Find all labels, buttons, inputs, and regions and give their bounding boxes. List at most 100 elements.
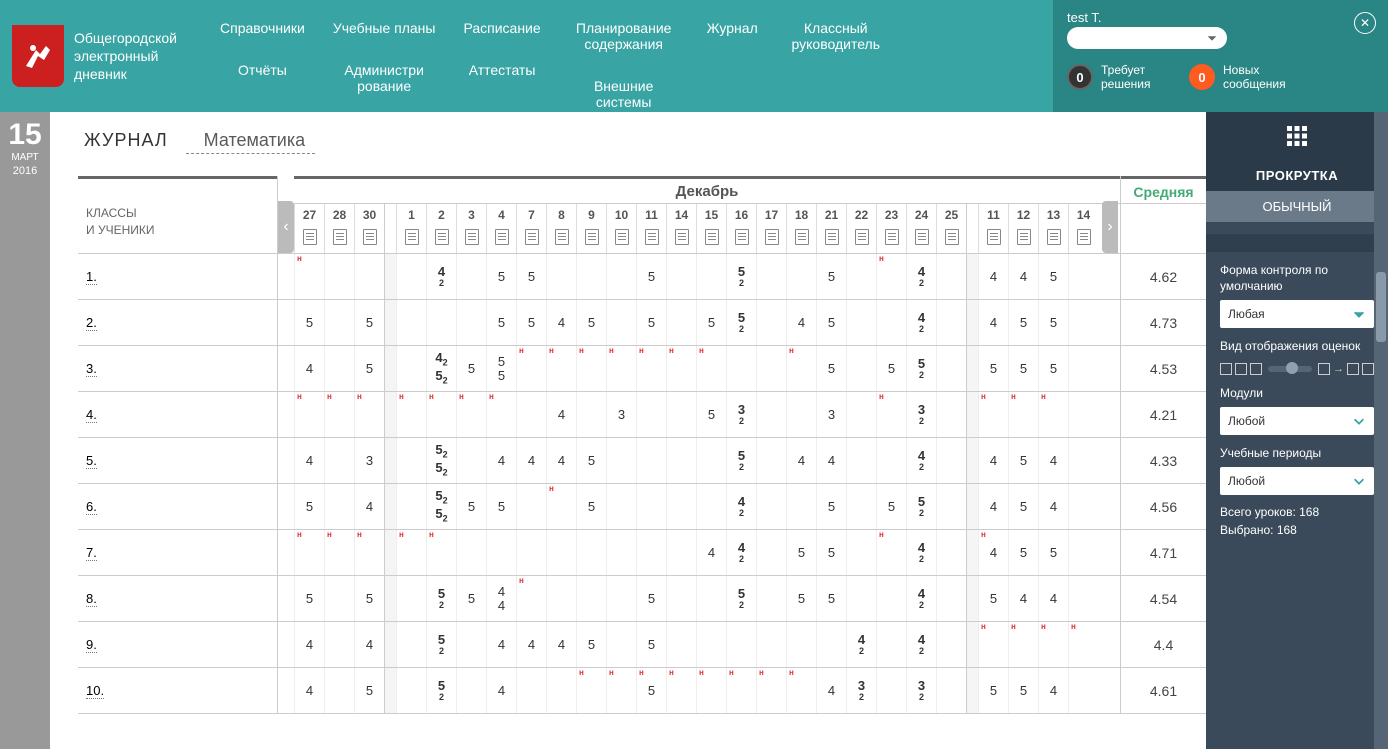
student-row[interactable]: 6. bbox=[78, 484, 277, 530]
grade-cell[interactable]: 32 bbox=[846, 668, 876, 713]
grade-cell[interactable] bbox=[396, 668, 426, 713]
nav-certificates[interactable]: Аттестаты bbox=[459, 58, 546, 82]
grade-cell[interactable]: 4 bbox=[816, 438, 846, 483]
grade-cell[interactable]: 5 bbox=[294, 576, 324, 621]
day-header[interactable]: 22 bbox=[846, 204, 876, 253]
grade-cell[interactable]: н bbox=[726, 668, 756, 713]
grade-cell[interactable]: 5252 bbox=[426, 438, 456, 483]
nav-schedule[interactable]: Расписание bbox=[453, 16, 550, 40]
grade-cell[interactable] bbox=[936, 622, 966, 667]
grade-cell[interactable] bbox=[696, 622, 726, 667]
grade-cell[interactable] bbox=[846, 530, 876, 575]
page-subject[interactable]: Математика bbox=[186, 130, 315, 154]
grade-cell[interactable] bbox=[606, 254, 636, 299]
grade-cell[interactable]: н bbox=[696, 346, 726, 391]
grade-cell[interactable] bbox=[936, 254, 966, 299]
grade-cell[interactable] bbox=[696, 438, 726, 483]
day-header[interactable]: 18 bbox=[786, 204, 816, 253]
grade-cell[interactable]: н bbox=[606, 668, 636, 713]
nav-class-teacher[interactable]: Классный руководитель bbox=[776, 16, 896, 56]
grade-cell[interactable]: 5 bbox=[516, 300, 546, 345]
grade-cell[interactable]: н bbox=[666, 668, 696, 713]
grade-cell[interactable] bbox=[546, 530, 576, 575]
nav-directories[interactable]: Справочники bbox=[210, 16, 315, 40]
grade-cell[interactable] bbox=[876, 668, 906, 713]
grade-cell[interactable]: 42 bbox=[726, 530, 756, 575]
grade-cell[interactable]: 5 bbox=[876, 346, 906, 391]
grade-cell[interactable]: 5 bbox=[1008, 346, 1038, 391]
grade-cell[interactable]: 5 bbox=[696, 392, 726, 437]
grade-cell[interactable] bbox=[666, 300, 696, 345]
grade-cell[interactable] bbox=[756, 346, 786, 391]
grade-cell[interactable] bbox=[756, 484, 786, 529]
day-header[interactable]: 11 bbox=[636, 204, 666, 253]
day-header[interactable]: 14 bbox=[1068, 204, 1098, 253]
scroll-left-button[interactable]: ‹ bbox=[278, 201, 294, 253]
grade-cell[interactable] bbox=[666, 622, 696, 667]
grade-cell[interactable]: 5 bbox=[486, 484, 516, 529]
grade-cell[interactable] bbox=[1068, 300, 1098, 345]
grade-cell[interactable] bbox=[666, 392, 696, 437]
grade-cell[interactable] bbox=[666, 438, 696, 483]
day-header[interactable]: 11 bbox=[978, 204, 1008, 253]
grade-cell[interactable] bbox=[396, 346, 426, 391]
scroll-right-button[interactable]: › bbox=[1102, 201, 1118, 253]
grade-cell[interactable] bbox=[516, 392, 546, 437]
grade-cell[interactable] bbox=[456, 668, 486, 713]
grade-cell[interactable] bbox=[666, 576, 696, 621]
grade-cell[interactable]: 42 bbox=[426, 254, 456, 299]
grade-cell[interactable]: 4 bbox=[1038, 484, 1068, 529]
grade-cell[interactable]: 4 bbox=[816, 668, 846, 713]
grade-cell[interactable] bbox=[666, 530, 696, 575]
grade-cell[interactable]: 5 bbox=[1038, 346, 1068, 391]
grade-cell[interactable]: н bbox=[486, 392, 516, 437]
grade-cell[interactable]: 5 bbox=[294, 484, 324, 529]
grade-cell[interactable]: 5 bbox=[636, 622, 666, 667]
grade-cell[interactable]: 5 bbox=[576, 622, 606, 667]
grade-cell[interactable]: 4 bbox=[978, 438, 1008, 483]
grade-cell[interactable]: 32 bbox=[906, 668, 936, 713]
nav-journal[interactable]: Журнал bbox=[697, 16, 768, 40]
grade-cell[interactable] bbox=[786, 622, 816, 667]
grade-cell[interactable]: 5 bbox=[576, 300, 606, 345]
display-mode-slider[interactable]: → bbox=[1220, 363, 1374, 375]
grade-cell[interactable] bbox=[324, 484, 354, 529]
grade-cell[interactable]: н bbox=[294, 392, 324, 437]
grade-cell[interactable] bbox=[876, 438, 906, 483]
grade-cell[interactable] bbox=[516, 668, 546, 713]
grade-cell[interactable]: 5 bbox=[816, 254, 846, 299]
grade-cell[interactable] bbox=[636, 530, 666, 575]
grade-cell[interactable]: 32 bbox=[906, 392, 936, 437]
day-header[interactable]: 21 bbox=[816, 204, 846, 253]
counter-messages[interactable]: 0 Новых сообщения bbox=[1189, 63, 1303, 91]
grade-cell[interactable] bbox=[936, 438, 966, 483]
grade-cell[interactable] bbox=[1068, 484, 1098, 529]
grade-cell[interactable]: 5 bbox=[636, 300, 666, 345]
day-header[interactable]: 17 bbox=[756, 204, 786, 253]
grade-cell[interactable] bbox=[696, 484, 726, 529]
grade-cell[interactable] bbox=[726, 622, 756, 667]
grade-cell[interactable]: 4 bbox=[546, 392, 576, 437]
grade-cell[interactable] bbox=[936, 484, 966, 529]
grade-cell[interactable]: 32 bbox=[726, 392, 756, 437]
grade-cell[interactable]: н bbox=[978, 392, 1008, 437]
grade-cell[interactable] bbox=[396, 622, 426, 667]
grade-cell[interactable] bbox=[756, 254, 786, 299]
grade-cell[interactable]: 4 bbox=[516, 438, 546, 483]
apps-grid-button[interactable] bbox=[1206, 112, 1388, 160]
grade-cell[interactable] bbox=[846, 300, 876, 345]
grade-cell[interactable] bbox=[606, 300, 636, 345]
grade-cell[interactable]: 5 bbox=[1008, 438, 1038, 483]
grade-cell[interactable] bbox=[576, 392, 606, 437]
grade-cell[interactable]: 4 bbox=[294, 622, 324, 667]
grade-cell[interactable]: 5 bbox=[1008, 300, 1038, 345]
grade-cell[interactable]: 4н bbox=[978, 530, 1008, 575]
day-header[interactable]: 9 bbox=[576, 204, 606, 253]
grade-cell[interactable]: 5 bbox=[816, 576, 846, 621]
grade-cell[interactable]: н bbox=[756, 668, 786, 713]
grade-cell[interactable] bbox=[576, 576, 606, 621]
grade-cell[interactable]: 5 bbox=[1008, 530, 1038, 575]
grade-cell[interactable] bbox=[816, 622, 846, 667]
grade-cell[interactable]: 5 bbox=[486, 300, 516, 345]
grade-cell[interactable]: н bbox=[294, 530, 324, 575]
